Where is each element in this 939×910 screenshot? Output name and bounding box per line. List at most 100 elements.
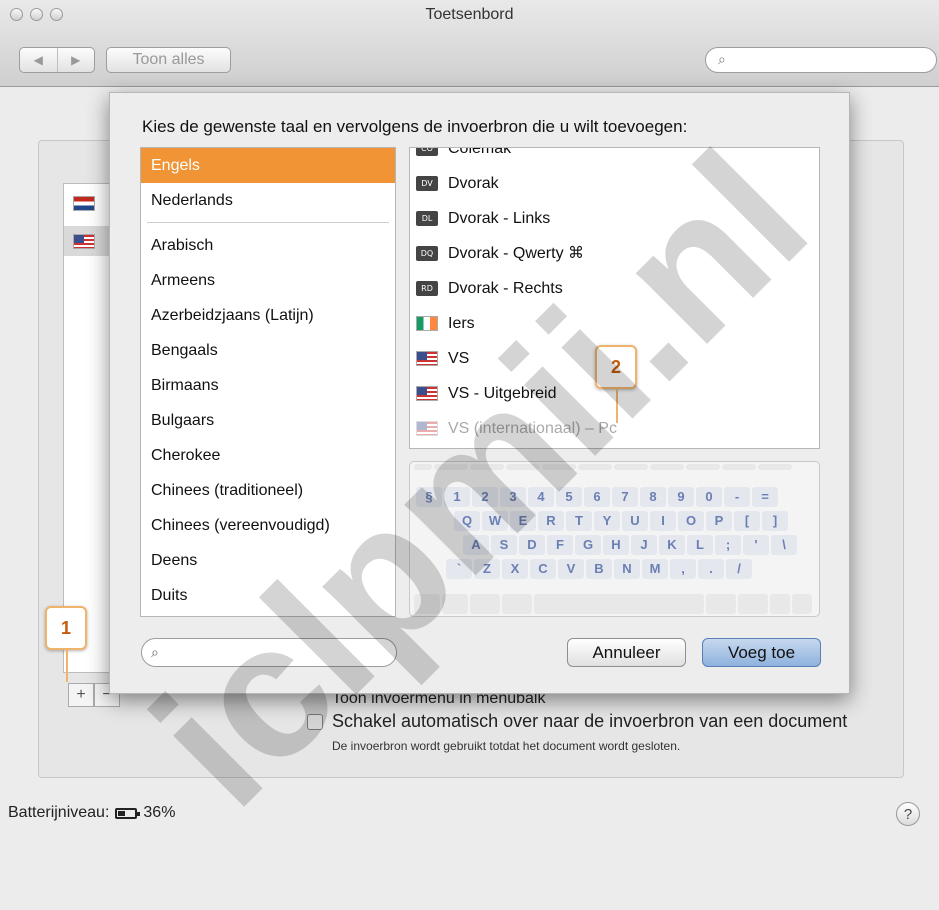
input-source-label: VS — [448, 350, 470, 367]
input-source-item[interactable]: CO Colemak — [410, 147, 819, 166]
keyboard-key: 1 — [444, 487, 470, 507]
back-icon[interactable]: ◀ — [20, 48, 57, 72]
us-flag-icon — [73, 234, 95, 249]
language-item[interactable]: Armeens — [141, 263, 395, 298]
battery-status: Batterijniveau: 36% — [8, 804, 175, 822]
keyboard-key: L — [687, 535, 713, 555]
callout-2: 2 — [595, 345, 637, 389]
keyboard-key: J — [631, 535, 657, 555]
input-source-label: Dvorak — [448, 175, 499, 192]
search-icon: ⌕ — [151, 644, 159, 660]
auto-switch-checkbox[interactable] — [307, 714, 323, 730]
irish-flag-icon — [416, 316, 438, 331]
input-source-item[interactable]: DV Dvorak — [410, 166, 819, 201]
keyboard-key: K — [659, 535, 685, 555]
keyboard-key: 4 — [528, 487, 554, 507]
keyboard-key: Q — [454, 511, 480, 531]
language-item[interactable]: Engels — [141, 148, 395, 183]
keyboard-key: 9 — [668, 487, 694, 507]
input-source-item[interactable]: Iers — [410, 306, 819, 341]
keyboard-key: ] — [762, 511, 788, 531]
keyboard-key: T — [566, 511, 592, 531]
input-source-row-dutch[interactable] — [64, 188, 110, 218]
keyboard-key: U — [622, 511, 648, 531]
language-search-field[interactable]: ⌕ — [141, 638, 397, 667]
input-source-item[interactable]: RD Dvorak - Rechts — [410, 271, 819, 306]
keyboard-key: D — [519, 535, 545, 555]
input-source-row-us[interactable] — [64, 226, 110, 256]
keyboard-key: - — [724, 487, 750, 507]
window-title: Toetsenbord — [425, 6, 514, 23]
keyboard-key: \ — [771, 535, 797, 555]
keyboard-key: 5 — [556, 487, 582, 507]
search-icon: ⌕ — [718, 51, 726, 67]
language-item[interactable]: Chinees (traditioneel) — [141, 473, 395, 508]
keyboard-key: R — [538, 511, 564, 531]
add-source-button[interactable]: + — [68, 683, 94, 707]
language-item[interactable]: Cherokee — [141, 438, 395, 473]
language-item[interactable]: Bengaals — [141, 333, 395, 368]
keyboard-key: . — [698, 559, 724, 579]
language-item[interactable]: Deens — [141, 543, 395, 578]
keyboard-key: A — [463, 535, 489, 555]
language-item[interactable]: Duits — [141, 578, 395, 613]
keyboard-key: M — [642, 559, 668, 579]
keyboard-key: ' — [743, 535, 769, 555]
keyboard-key: V — [558, 559, 584, 579]
keyboard-key: 3 — [500, 487, 526, 507]
keyboard-key: C — [530, 559, 556, 579]
input-source-item[interactable]: DL Dvorak - Links — [410, 201, 819, 236]
keyboard-layout-icon: CO — [416, 148, 438, 156]
input-source-item[interactable]: VS (internationaal) – Pc — [410, 411, 819, 446]
keyboard-key: § — [416, 487, 442, 507]
language-item[interactable]: Chinees (vereenvoudigd) — [141, 508, 395, 543]
battery-value: 36% — [143, 804, 176, 821]
keyboard-row: A S D F G H J K L; ' \ — [463, 535, 797, 555]
forward-icon[interactable]: ▶ — [56, 48, 95, 72]
show-all-button[interactable]: Toon alles — [106, 47, 231, 73]
battery-icon — [115, 807, 141, 819]
add-button[interactable]: Voeg toe — [702, 638, 821, 667]
keyboard-layout-icon: DQ — [416, 246, 438, 261]
keyboard-row: § 1 2 3 4 5 6 7 8 9 0- = — [416, 487, 778, 507]
input-source-label: Dvorak - Rechts — [448, 280, 563, 297]
keyboard-key: 6 — [584, 487, 610, 507]
keyboard-bottom-row — [414, 594, 812, 614]
keyboard-layout-icon: DL — [416, 211, 438, 226]
keyboard-key: W — [482, 511, 508, 531]
input-source-label: Colemak — [448, 147, 512, 157]
input-source-label: Dvorak - Qwerty ⌘ — [448, 245, 585, 262]
keyboard-layout-icon: RD — [416, 281, 438, 296]
toolbar-search-field[interactable]: ⌕ — [705, 47, 937, 73]
input-source-item[interactable]: DQ Dvorak - Qwerty ⌘ — [410, 236, 819, 271]
language-item[interactable]: Arabisch — [141, 228, 395, 263]
keyboard-key: B — [586, 559, 612, 579]
keyboard-key: = — [752, 487, 778, 507]
keyboard-key: O — [678, 511, 704, 531]
keyboard-row: ` Z X C V B N M,. / — [446, 559, 752, 579]
help-button[interactable]: ? — [896, 802, 920, 826]
input-source-label: VS (internationaal) – Pc — [448, 420, 617, 437]
callout-2-pointer — [616, 389, 618, 423]
language-item[interactable]: Azerbeidzjaans (Latijn) — [141, 298, 395, 333]
battery-label: Batterijniveau: — [8, 804, 110, 821]
keyboard-top-strip — [414, 464, 792, 470]
language-item[interactable]: Nederlands — [141, 183, 395, 218]
nav-back-forward: ◀ ▶ — [19, 47, 95, 73]
language-item[interactable]: Bulgaars — [141, 403, 395, 438]
keyboard-key: X — [502, 559, 528, 579]
auto-switch-note: De invoerbron wordt gebruikt totdat het … — [332, 739, 681, 753]
keyboard-key: Z — [474, 559, 500, 579]
keyboard-layout-icon: DV — [416, 176, 438, 191]
cancel-button[interactable]: Annuleer — [567, 638, 686, 667]
language-item[interactable]: Birmaans — [141, 368, 395, 403]
keyboard-key: 2 — [472, 487, 498, 507]
keyboard-key: ; — [715, 535, 741, 555]
keyboard-key: P — [706, 511, 732, 531]
keyboard-key: N — [614, 559, 640, 579]
us-flag-icon — [416, 386, 438, 401]
input-source-options[interactable]: CO Colemak DV Dvorak DL Dvorak - Links DQ Dvora… — [409, 147, 820, 449]
keyboard-key: F — [547, 535, 573, 555]
keyboard-key: G — [575, 535, 601, 555]
language-list[interactable]: Engels Nederlands Arabisch Armeens Azerbei… — [140, 147, 396, 617]
